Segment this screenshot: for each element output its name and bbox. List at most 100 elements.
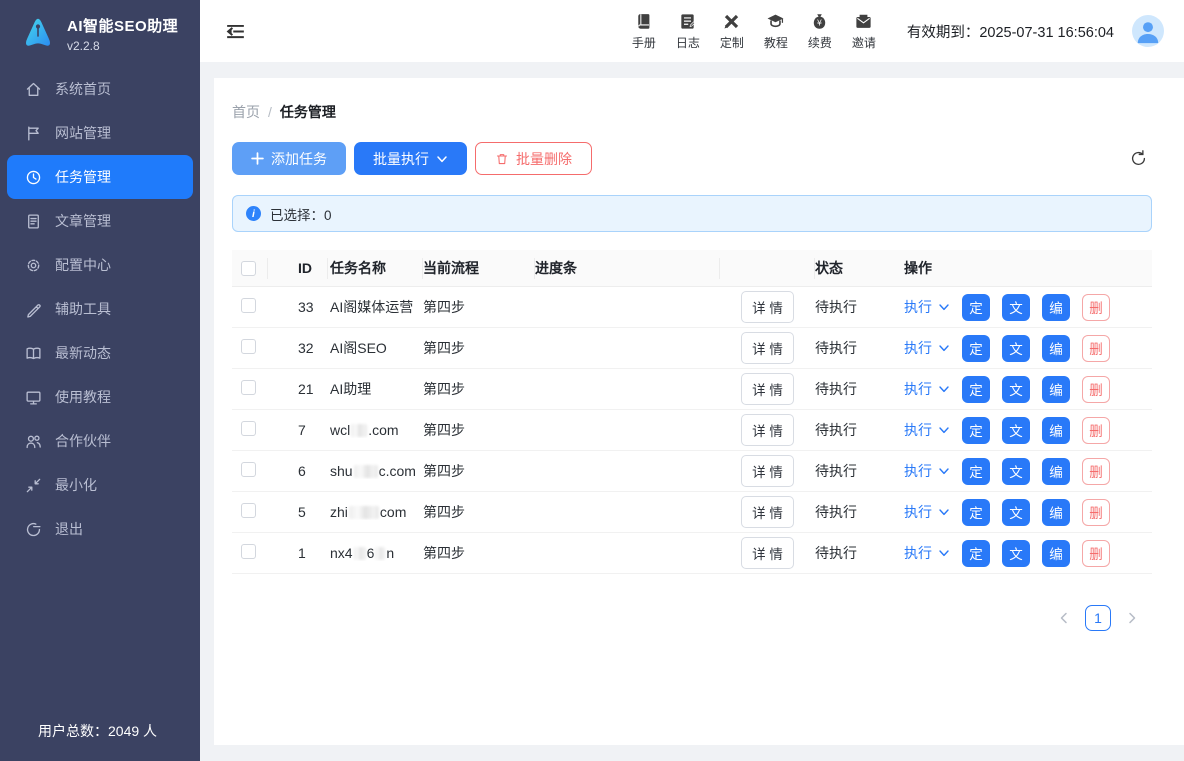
task-status: 待执行 xyxy=(815,461,898,481)
batch-execute-button[interactable]: 批量执行 xyxy=(354,142,467,175)
pencil-ruler-icon xyxy=(722,12,741,31)
manual-tool[interactable]: 手册 xyxy=(627,12,661,51)
execute-dropdown[interactable]: 执行 xyxy=(904,461,950,481)
sidebar-item-home[interactable]: 系统首页 xyxy=(0,67,200,111)
article-button[interactable]: 文 xyxy=(1002,294,1030,321)
sidebar-item-label: 任务管理 xyxy=(55,167,111,187)
article-button[interactable]: 文 xyxy=(1002,540,1030,567)
task-flow: 第四步 xyxy=(423,338,535,358)
schedule-button[interactable]: 定 xyxy=(962,458,990,485)
sidebar-item-articles[interactable]: 文章管理 xyxy=(0,199,200,243)
detail-button[interactable]: 详 情 xyxy=(741,496,794,528)
delete-button[interactable]: 删 xyxy=(1082,294,1110,321)
refresh-icon[interactable] xyxy=(1124,145,1152,173)
row-checkbox[interactable] xyxy=(241,462,256,477)
logo-row: AI智能SEO助理 v2.2.8 xyxy=(0,0,200,65)
execute-dropdown[interactable]: 执行 xyxy=(904,297,950,317)
task-status: 待执行 xyxy=(815,502,898,522)
table-row: 7 wcl.com 第四步 详 情 待执行 执行 定 文 编 删 xyxy=(232,410,1152,451)
detail-button[interactable]: 详 情 xyxy=(741,414,794,446)
tutorial-tool[interactable]: 教程 xyxy=(759,12,793,51)
header-progress: 进度条 xyxy=(535,258,720,279)
toolbar: 添加任务 批量执行 批量删除 xyxy=(232,142,1152,175)
execute-dropdown[interactable]: 执行 xyxy=(904,338,950,358)
user-avatar[interactable] xyxy=(1132,15,1164,47)
article-button[interactable]: 文 xyxy=(1002,376,1030,403)
schedule-button[interactable]: 定 xyxy=(962,335,990,362)
monitor-icon xyxy=(24,388,42,406)
sidebar-item-news[interactable]: 最新动态 xyxy=(0,331,200,375)
edit-button[interactable]: 编 xyxy=(1042,294,1070,321)
detail-button[interactable]: 详 情 xyxy=(741,373,794,405)
chevron-down-icon xyxy=(938,342,950,354)
row-checkbox[interactable] xyxy=(241,339,256,354)
delete-button[interactable]: 删 xyxy=(1082,417,1110,444)
edit-button[interactable]: 编 xyxy=(1042,335,1070,362)
detail-button[interactable]: 详 情 xyxy=(741,537,794,569)
batch-delete-button[interactable]: 批量删除 xyxy=(475,142,592,175)
edit-button[interactable]: 编 xyxy=(1042,376,1070,403)
schedule-button[interactable]: 定 xyxy=(962,376,990,403)
delete-button[interactable]: 删 xyxy=(1082,499,1110,526)
schedule-button[interactable]: 定 xyxy=(962,417,990,444)
task-name: shuc.com xyxy=(328,463,423,479)
invite-tool[interactable]: 邀请 xyxy=(847,12,881,51)
main-area: 手册 日志 定制 教程 ¥ 续费 xyxy=(200,0,1184,761)
tool-label: 手册 xyxy=(632,34,656,51)
sidebar-item-tools[interactable]: 辅助工具 xyxy=(0,287,200,331)
article-button[interactable]: 文 xyxy=(1002,458,1030,485)
breadcrumb-current: 任务管理 xyxy=(280,102,336,122)
article-button[interactable]: 文 xyxy=(1002,499,1030,526)
sidebar-item-label: 文章管理 xyxy=(55,211,111,231)
sidebar-collapse-icon[interactable] xyxy=(222,18,248,44)
schedule-button[interactable]: 定 xyxy=(962,540,990,567)
execute-dropdown[interactable]: 执行 xyxy=(904,379,950,399)
minimize-icon xyxy=(24,476,42,494)
sidebar-item-minimize[interactable]: 最小化 xyxy=(0,463,200,507)
edit-button[interactable]: 编 xyxy=(1042,458,1070,485)
sidebar-item-tutorials[interactable]: 使用教程 xyxy=(0,375,200,419)
renew-tool[interactable]: ¥ 续费 xyxy=(803,12,837,51)
chevron-down-icon xyxy=(938,465,950,477)
sidebar-item-config[interactable]: 配置中心 xyxy=(0,243,200,287)
edit-button[interactable]: 编 xyxy=(1042,417,1070,444)
article-button[interactable]: 文 xyxy=(1002,335,1030,362)
select-all-checkbox[interactable] xyxy=(241,261,256,276)
execute-dropdown[interactable]: 执行 xyxy=(904,502,950,522)
row-checkbox[interactable] xyxy=(241,503,256,518)
schedule-button[interactable]: 定 xyxy=(962,294,990,321)
edit-button[interactable]: 编 xyxy=(1042,499,1070,526)
custom-tool[interactable]: 定制 xyxy=(715,12,749,51)
log-tool[interactable]: 日志 xyxy=(671,12,705,51)
execute-dropdown[interactable]: 执行 xyxy=(904,420,950,440)
add-task-button[interactable]: 添加任务 xyxy=(232,142,346,175)
app-version: v2.2.8 xyxy=(67,39,178,53)
delete-button[interactable]: 删 xyxy=(1082,458,1110,485)
task-flow: 第四步 xyxy=(423,420,535,440)
edit-button[interactable]: 编 xyxy=(1042,540,1070,567)
delete-button[interactable]: 删 xyxy=(1082,376,1110,403)
page-number[interactable]: 1 xyxy=(1085,605,1111,631)
row-checkbox[interactable] xyxy=(241,421,256,436)
detail-button[interactable]: 详 情 xyxy=(741,291,794,323)
detail-button[interactable]: 详 情 xyxy=(741,455,794,487)
sidebar-item-websites[interactable]: 网站管理 xyxy=(0,111,200,155)
row-checkbox[interactable] xyxy=(241,380,256,395)
table-row: 32 AI阁SEO 第四步 详 情 待执行 执行 定 文 编 删 xyxy=(232,328,1152,369)
delete-button[interactable]: 删 xyxy=(1082,540,1110,567)
breadcrumb-home-link[interactable]: 首页 xyxy=(232,102,260,122)
sidebar-item-logout[interactable]: 退出 xyxy=(0,507,200,551)
row-checkbox[interactable] xyxy=(241,298,256,313)
delete-button[interactable]: 删 xyxy=(1082,335,1110,362)
flag-icon xyxy=(24,124,42,142)
article-button[interactable]: 文 xyxy=(1002,417,1030,444)
sidebar-item-partners[interactable]: 合作伙伴 xyxy=(0,419,200,463)
prev-page-icon[interactable] xyxy=(1054,608,1074,628)
row-checkbox[interactable] xyxy=(241,544,256,559)
execute-dropdown[interactable]: 执行 xyxy=(904,543,950,563)
detail-button[interactable]: 详 情 xyxy=(741,332,794,364)
app-title: AI智能SEO助理 xyxy=(67,15,178,36)
schedule-button[interactable]: 定 xyxy=(962,499,990,526)
sidebar-item-tasks[interactable]: 任务管理 xyxy=(7,155,193,199)
next-page-icon[interactable] xyxy=(1122,608,1142,628)
